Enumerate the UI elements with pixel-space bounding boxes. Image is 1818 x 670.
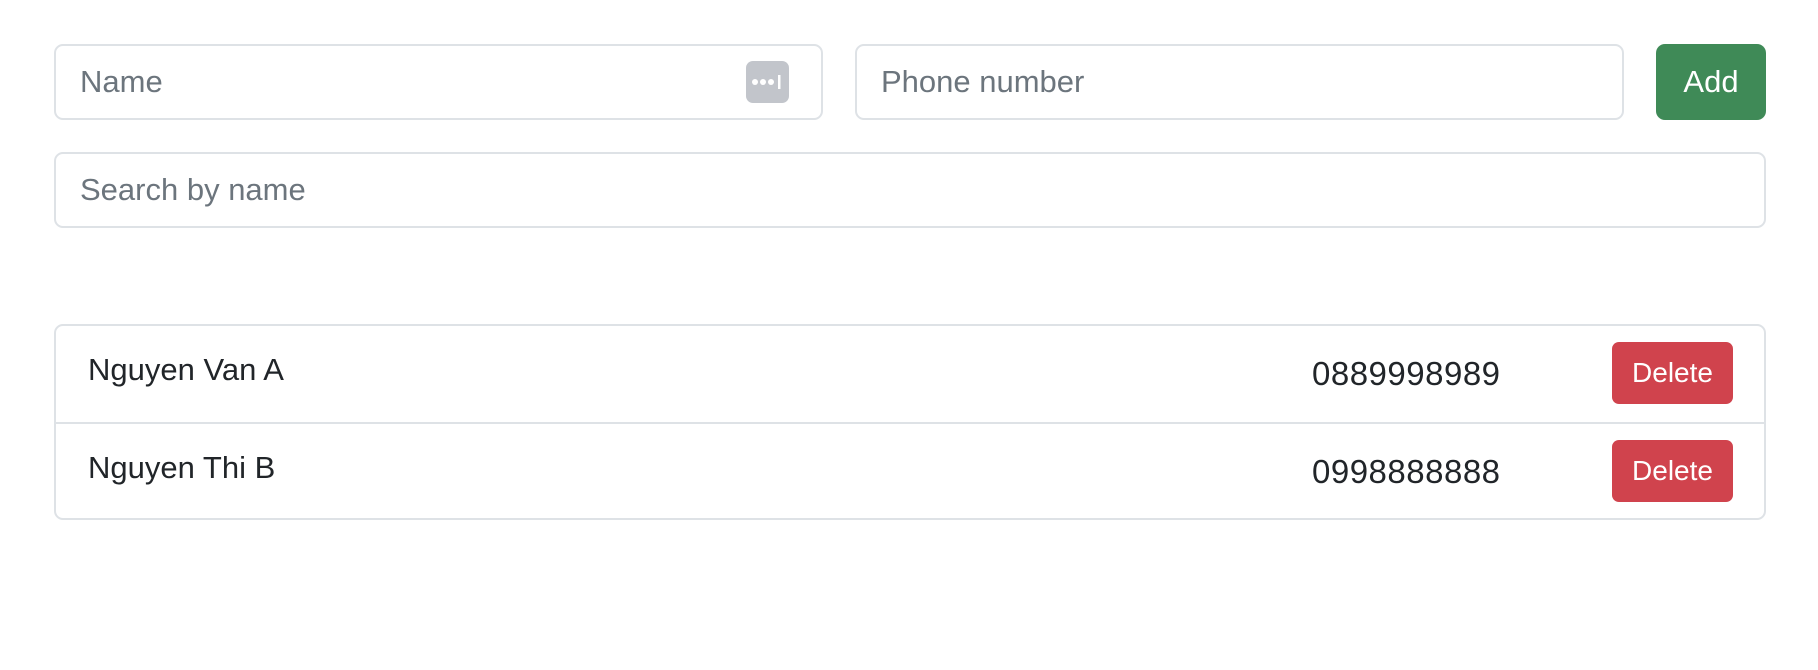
contact-name: Nguyen Van A — [88, 352, 284, 387]
password-autofill-icon[interactable] — [746, 61, 789, 103]
contact-list: Nguyen Van A 0889998989 Delete Nguyen Th… — [54, 324, 1766, 520]
contact-manager: Add Nguyen Van A 0889998989 Delete Nguye… — [0, 0, 1818, 670]
search-field[interactable] — [54, 152, 1766, 228]
delete-button[interactable]: Delete — [1612, 342, 1733, 404]
name-field[interactable] — [54, 44, 823, 120]
phone-field[interactable] — [855, 44, 1624, 120]
contact-row: Nguyen Thi B 0998888888 Delete — [56, 422, 1764, 518]
name-input[interactable] — [80, 46, 736, 118]
phone-input[interactable] — [881, 46, 1598, 118]
contact-phone: 0998888888 — [1312, 453, 1501, 490]
contact-name: Nguyen Thi B — [88, 450, 276, 485]
contact-phone: 0889998989 — [1312, 355, 1501, 392]
autofill-dots-icon — [751, 75, 780, 89]
delete-button[interactable]: Delete — [1612, 440, 1733, 502]
search-input[interactable] — [80, 154, 1740, 226]
add-button[interactable]: Add — [1656, 44, 1766, 120]
contact-row: Nguyen Van A 0889998989 Delete — [56, 326, 1764, 422]
